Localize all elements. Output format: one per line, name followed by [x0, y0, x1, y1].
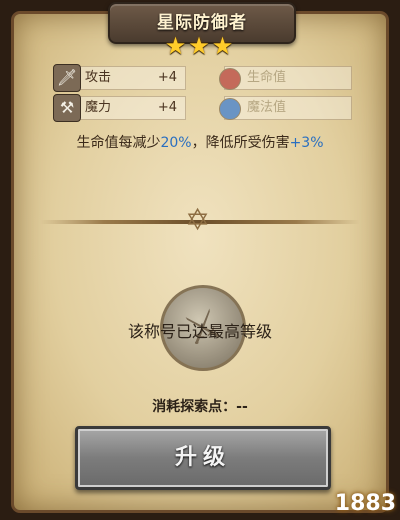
staff-icon: ⚒ [53, 94, 81, 122]
sword-icon: 🗡 [53, 64, 81, 92]
watermark-logo: 1883 [334, 491, 396, 516]
stat-magic-value: +4 [157, 100, 177, 115]
desc-pct2: +3% [289, 135, 324, 151]
desc-pct1: 20% [160, 135, 192, 151]
desc-part2: ，降低所受伤害 [191, 135, 290, 151]
stat-mp: 魔法值 [219, 96, 352, 120]
desc-part1: 生命值每减少 [76, 135, 161, 151]
red-orb-icon [219, 68, 241, 90]
stat-magic-label: 魔力 [85, 100, 112, 115]
cost-text: 消耗探索点：-- [152, 399, 248, 415]
upgrade-button[interactable]: 升级 [75, 426, 331, 490]
stat-hp-label: 生命值 [247, 70, 287, 85]
star-rating: ★★★ [164, 32, 236, 60]
max-level-text: 该称号已达最高等级 [127, 322, 272, 341]
page-title: 星际防御者 [157, 13, 247, 33]
stat-magic: ⚒ 魔力 +4 [53, 94, 186, 122]
stat-attack: 🗡 攻击 +4 [53, 64, 186, 92]
blue-orb-icon [219, 98, 241, 120]
stat-attack-label: 攻击 [85, 70, 112, 85]
stat-attack-value: +4 [157, 70, 177, 85]
upgrade-label: 升级 [174, 445, 231, 470]
stat-mp-label: 魔法值 [247, 100, 287, 115]
effect-description: 生命值每减少20%，降低所受伤害+3% [0, 132, 400, 152]
star-of-david-icon: ✡ [185, 203, 211, 238]
stat-hp: 生命值 [219, 66, 352, 90]
